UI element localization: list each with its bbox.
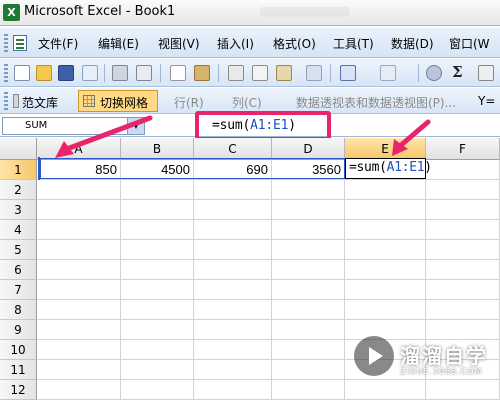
play-logo-icon [354,336,394,376]
watermark-title: 溜溜自学 [400,344,488,368]
arrow-to-column-e [397,119,431,149]
watermark-url: ZIXUE.3066.COM [400,367,483,376]
arrow-to-column-a [61,115,153,153]
watermark: 溜溜自学 ZIXUE.3066.COM [350,330,500,400]
